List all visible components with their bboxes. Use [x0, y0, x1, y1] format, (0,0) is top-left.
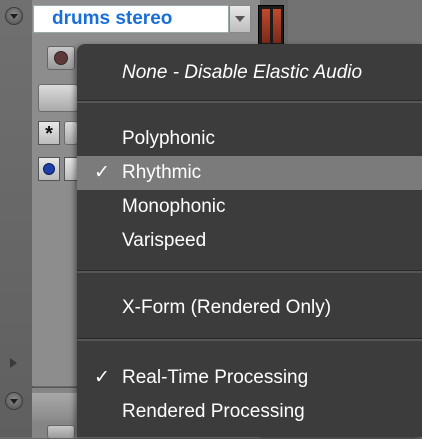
track-name-dropdown-icon[interactable] [229, 5, 251, 33]
track-rail [0, 0, 33, 437]
menu-item-xform[interactable]: X-Form (Rendered Only) [77, 291, 422, 325]
play-arrow-icon[interactable] [10, 358, 17, 368]
checkmark-icon: ✓ [94, 162, 110, 183]
menu-item-label: Varispeed [122, 230, 207, 251]
elastic-mode-button[interactable] [64, 157, 78, 181]
menu-item-label: Rhythmic [122, 162, 202, 183]
track-collapse-icon[interactable] [5, 7, 23, 25]
menu-separator [77, 100, 422, 103]
asterisk-icon[interactable]: * [38, 121, 60, 145]
menu-item-label: Rendered Processing [122, 401, 305, 422]
level-meter [258, 5, 284, 45]
menu-separator [77, 338, 422, 341]
menu-item-label: Monophonic [122, 196, 226, 217]
menu-item-label: X-Form (Rendered Only) [122, 297, 332, 318]
menu-item-label: Polyphonic [122, 128, 215, 149]
track-collapse-icon-2[interactable] [5, 392, 23, 410]
track-view-button[interactable] [38, 84, 78, 112]
menu-item-label: None - Disable Elastic Audio [122, 62, 363, 83]
playlist-header [288, 0, 422, 44]
elastic-audio-menu: None - Disable Elastic Audio Polyphonic … [77, 44, 422, 437]
menu-item-varispeed[interactable]: Varispeed [77, 224, 422, 258]
menu-item-polyphonic[interactable]: Polyphonic [77, 122, 422, 156]
menu-separator [77, 270, 422, 273]
menu-item-none[interactable]: None - Disable Elastic Audio [77, 56, 422, 90]
track-name-field[interactable]: drums stereo [33, 5, 229, 33]
menu-item-rendered-processing[interactable]: Rendered Processing [77, 395, 422, 429]
checkmark-icon: ✓ [94, 367, 110, 388]
timebase-clock-icon[interactable] [38, 157, 60, 181]
menu-item-rhythmic[interactable]: ✓ Rhythmic [77, 156, 422, 190]
menu-item-real-time-processing[interactable]: ✓ Real-Time Processing [77, 361, 422, 395]
menu-item-label: Real-Time Processing [122, 367, 309, 388]
solo-button[interactable] [64, 121, 78, 145]
menu-item-monophonic[interactable]: Monophonic [77, 190, 422, 224]
record-enable-button[interactable] [47, 46, 75, 70]
